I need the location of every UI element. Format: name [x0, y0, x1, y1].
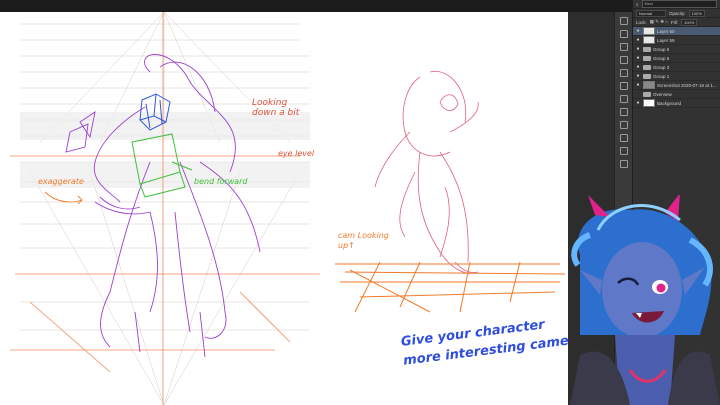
- layer-thumbnail: [643, 36, 655, 44]
- layer-list: ● Layer 60 ● Layer 59 ● Group 6 ● Group …: [633, 27, 720, 108]
- floor-perspective-grid: [335, 261, 566, 313]
- folder-icon: [643, 91, 651, 97]
- brush-settings-icon[interactable]: [619, 56, 628, 64]
- eye-icon[interactable]: ●: [635, 100, 641, 106]
- adjustments-icon[interactable]: [619, 43, 628, 51]
- lock-options-icon[interactable]: ▦ ✎ ✥ ⌂: [650, 19, 668, 25]
- lock-label: Lock:: [636, 19, 647, 25]
- layer-row[interactable]: ● Background: [633, 99, 720, 108]
- layer-thumbnail: [643, 81, 655, 89]
- layer-name: Layer 59: [657, 37, 675, 43]
- channels-icon[interactable]: [619, 134, 628, 142]
- eye-icon[interactable]: ●: [635, 82, 641, 88]
- layer-kind-filter[interactable]: Kind: [641, 0, 717, 8]
- layer-row[interactable]: ● Group 6: [633, 45, 720, 54]
- paragraph-icon[interactable]: [619, 82, 628, 90]
- annotation-looking-down: Looking down a bit: [252, 98, 300, 119]
- folder-icon: [643, 46, 651, 52]
- layer-name: Group 6: [653, 46, 670, 52]
- layer-name: Group 5: [653, 55, 670, 61]
- search-icon: ⌕: [636, 1, 639, 7]
- opacity-label: Opacity:: [669, 10, 686, 16]
- eye-icon[interactable]: ●: [635, 73, 641, 79]
- navigator-icon[interactable]: [619, 160, 628, 168]
- drawing-canvas[interactable]: Looking down a bit eye level exaggerate …: [0, 12, 568, 405]
- libraries-icon[interactable]: [619, 121, 628, 129]
- history-icon[interactable]: [619, 17, 628, 25]
- eye-icon[interactable]: ●: [635, 28, 641, 34]
- fill-label: Fill:: [671, 19, 679, 25]
- layer-row[interactable]: ● Layer 60: [633, 27, 720, 36]
- layer-name: Background: [657, 100, 682, 106]
- layer-name: Layer 60: [657, 28, 675, 34]
- perspective-grid: [20, 12, 310, 405]
- layer-name: Group 3: [653, 64, 670, 70]
- lock-row: Lock: ▦ ✎ ✥ ⌂ Fill: 100%: [633, 18, 720, 27]
- layer-thumbnail: [643, 27, 655, 35]
- eye-icon[interactable]: ●: [635, 46, 641, 52]
- layer-name: Screenshot 2020-07-18 at 14.38: [657, 82, 718, 88]
- color-icon[interactable]: [619, 108, 628, 116]
- layer-thumbnail: [643, 99, 655, 107]
- layer-row[interactable]: ● Group 1: [633, 72, 720, 81]
- layer-name: Group 1: [653, 73, 670, 79]
- layer-name: Overview: [653, 91, 672, 97]
- layer-row[interactable]: ● Layer 59: [633, 36, 720, 45]
- folder-icon: [643, 73, 651, 79]
- folder-icon: [643, 55, 651, 61]
- layer-filter-row: ⌕ Kind: [633, 0, 720, 9]
- layer-row[interactable]: ● Group 3: [633, 63, 720, 72]
- blend-mode-select[interactable]: Normal: [636, 9, 666, 17]
- folder-icon: [643, 64, 651, 70]
- fill-input[interactable]: 100%: [681, 18, 698, 26]
- properties-icon[interactable]: [619, 30, 628, 38]
- layer-row[interactable]: Overview: [633, 90, 720, 99]
- paths-icon[interactable]: [619, 147, 628, 155]
- app-top-bar: [0, 0, 720, 12]
- opacity-input[interactable]: 100%: [688, 9, 705, 17]
- eye-icon[interactable]: ●: [635, 37, 641, 43]
- eye-icon[interactable]: ●: [635, 64, 641, 70]
- annotation-eye-level: eye level: [278, 149, 315, 158]
- swatches-icon[interactable]: [619, 95, 628, 103]
- horizon-lines: [10, 12, 320, 405]
- annotation-bend-forward: bend forward: [194, 177, 248, 186]
- character-icon[interactable]: [619, 69, 628, 77]
- character-portrait: [570, 195, 720, 405]
- blend-row: Normal Opacity: 100%: [633, 9, 720, 18]
- eye-icon[interactable]: ●: [635, 55, 641, 61]
- annotation-exaggerate: exaggerate: [38, 177, 84, 186]
- annotation-cam-looking-up: cam Looking up↑: [338, 231, 389, 250]
- layer-row[interactable]: ● Screenshot 2020-07-18 at 14.38: [633, 81, 720, 90]
- layer-row[interactable]: ● Group 5: [633, 54, 720, 63]
